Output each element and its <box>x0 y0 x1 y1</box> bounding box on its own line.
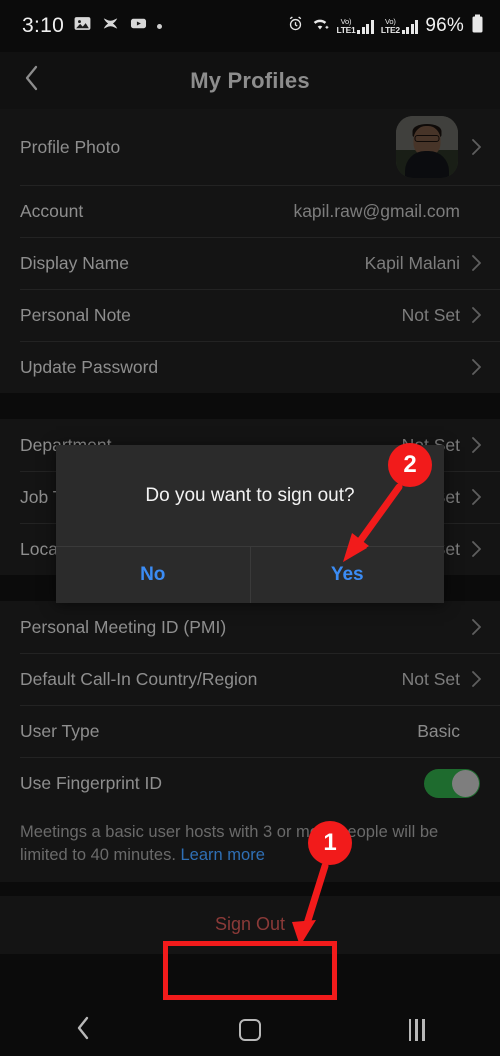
battery-icon <box>471 14 484 39</box>
sign-out-dialog: Do you want to sign out? No Yes <box>56 445 444 603</box>
status-bar: 3:10 Vo) LTE1 Vo) LTE2 96% <box>0 0 500 52</box>
dot-icon <box>157 23 163 29</box>
status-bar-clock: 3:10 <box>22 14 65 37</box>
nav-home-button[interactable] <box>167 1019 334 1041</box>
chevron-left-icon <box>23 64 41 97</box>
android-nav-bar <box>0 1004 500 1056</box>
status-bar-left: 3:10 <box>0 14 163 38</box>
dialog-actions: No Yes <box>56 546 444 603</box>
battery-percent-label: 96% <box>425 15 464 36</box>
dialog-yes-button[interactable]: Yes <box>249 547 445 603</box>
page-title: My Profiles <box>190 67 310 93</box>
wifi-icon <box>311 16 329 37</box>
nav-home-icon <box>239 1019 261 1041</box>
phone-screen: 3:10 Vo) LTE1 Vo) LTE2 96% My Profiles P… <box>0 0 500 1056</box>
nav-back-icon <box>75 1015 91 1046</box>
app-header: My Profiles <box>0 52 500 109</box>
volte-lte2-signal-icon: Vo) LTE2 <box>380 18 419 35</box>
dialog-message: Do you want to sign out? <box>145 484 355 506</box>
alarm-icon <box>287 15 304 37</box>
nav-recents-icon <box>408 1019 425 1041</box>
dialog-no-button[interactable]: No <box>56 547 250 603</box>
nav-back-button[interactable] <box>0 1015 167 1046</box>
volte-lte1-signal-icon: Vo) LTE1 <box>336 18 374 35</box>
sim1-lte-label: LTE1 <box>336 24 356 35</box>
youtube-icon <box>129 14 148 38</box>
back-button[interactable] <box>10 52 54 109</box>
nav-recents-button[interactable] <box>333 1019 500 1041</box>
sim2-lte-label: LTE2 <box>380 24 400 35</box>
photos-icon <box>73 14 92 38</box>
status-bar-right: Vo) LTE1 Vo) LTE2 96% <box>287 0 484 52</box>
snapchat-icon <box>101 14 120 38</box>
